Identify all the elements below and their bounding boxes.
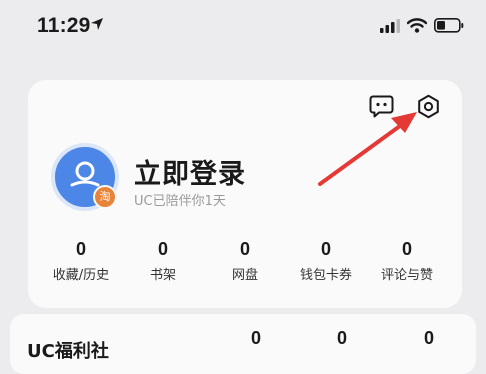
welfare-title: UC福利社	[27, 341, 109, 362]
annotation-arrow	[318, 112, 417, 186]
welfare-value: 0	[337, 328, 348, 348]
welfare-value: 0	[251, 328, 262, 348]
welfare-value: 0	[424, 328, 435, 348]
